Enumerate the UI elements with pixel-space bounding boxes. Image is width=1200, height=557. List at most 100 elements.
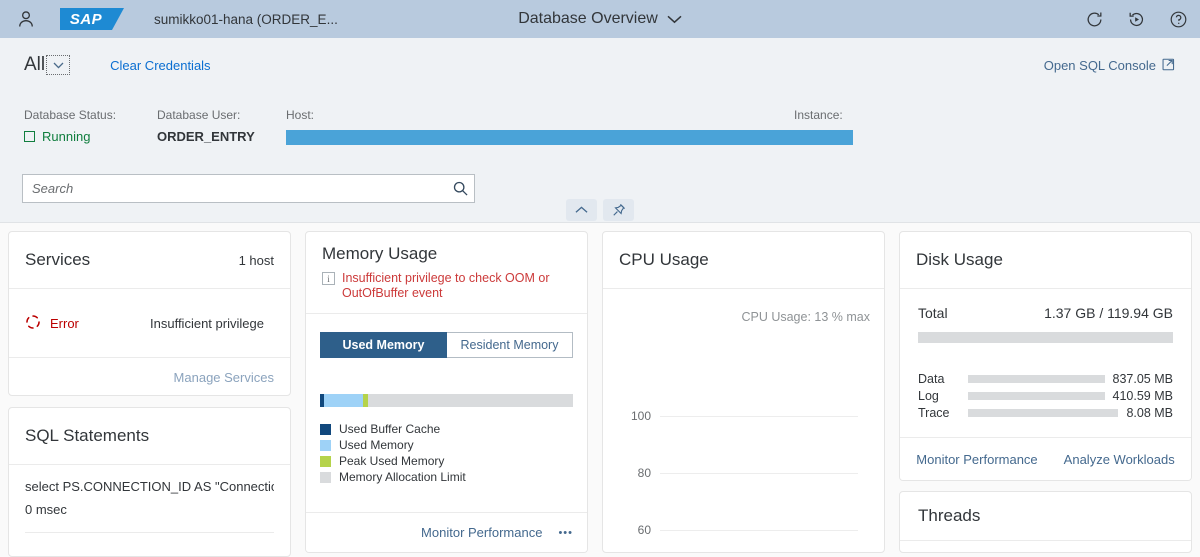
disk-row-value-log: 410.59 MB (1112, 388, 1173, 403)
legend-item: Used Memory (320, 437, 573, 453)
collapse-header-button[interactable] (566, 199, 597, 221)
cpu-usage-card-header: CPU Usage (603, 232, 884, 289)
cpu-usage-chart: CPU Usage: 13 % max 100 80 60 40 (603, 289, 884, 539)
disk-monitor-performance-link[interactable]: Monitor Performance (916, 452, 1037, 467)
disk-usage-card-body: Total 1.37 GB / 119.94 GB Data 837.05 MB (900, 289, 1191, 421)
host-value-text (286, 133, 287, 145)
legend-swatch-peak-used-memory (320, 455, 331, 467)
status-ok-icon (24, 131, 35, 142)
services-card-header: Services 1 host (9, 232, 290, 289)
disk-row-data: Data 837.05 MB (918, 370, 1173, 387)
open-sql-console-button[interactable]: Open SQL Console (1044, 57, 1176, 74)
all-filter-toggle[interactable] (46, 55, 71, 75)
memory-usage-card: Memory Usage i Insufficient privilege to… (305, 231, 588, 553)
page-title: Database Overview (518, 10, 658, 27)
memory-overflow-button[interactable]: ••• (558, 527, 573, 539)
shell-bar-right (1082, 0, 1190, 38)
sql-statement-text[interactable]: select PS.CONNECTION_ID AS "Connection I… (25, 479, 274, 494)
database-status-field: Database Status: Running (24, 108, 116, 144)
search-box[interactable] (22, 174, 475, 203)
cpu-usage-card: CPU Usage CPU Usage: 13 % max 100 80 60 … (602, 231, 885, 553)
shell-bar-left: SAP sumikko01-hana (ORDER_E... (0, 7, 338, 31)
cards-area: Services 1 host Error Insufficient privi… (0, 223, 1200, 557)
disk-card-footer: Monitor Performance Analyze Workloads (900, 437, 1191, 480)
page-title-dropdown[interactable]: Database Overview (518, 10, 682, 28)
services-status-text: Error (50, 315, 79, 331)
search-icon[interactable] (446, 175, 474, 202)
legend-swatch-used-buffer-cache (320, 423, 331, 435)
tab-resident-memory[interactable]: Resident Memory (447, 332, 573, 358)
memory-bar-peak-used-memory (363, 394, 368, 407)
disk-breakdown-rows: Data 837.05 MB Log 410.59 MB Trace 8.08 … (918, 370, 1173, 421)
database-overview-page: SAP sumikko01-hana (ORDER_E... Database … (0, 0, 1200, 557)
services-card-footer: Manage Services (9, 357, 290, 395)
info-icon: i (322, 272, 335, 285)
services-card: Services 1 host Error Insufficient privi… (8, 231, 291, 396)
instance-field: Instance: (794, 108, 843, 129)
clear-credentials-button[interactable]: Clear Credentials (110, 58, 210, 73)
open-sql-console-label: Open SQL Console (1043, 58, 1156, 73)
disk-usage-card-header: Disk Usage (900, 232, 1191, 289)
disk-total-value: 1.37 GB / 119.94 GB (1044, 305, 1173, 321)
manage-services-link[interactable]: Manage Services (174, 370, 274, 385)
threads-card-header: Threads (900, 492, 1191, 541)
cpu-ytick-60: 60 (637, 523, 651, 537)
sql-statements-card-header: SQL Statements (9, 408, 290, 465)
legend-item: Peak Used Memory (320, 453, 573, 469)
disk-row-trace: Trace 8.08 MB (918, 404, 1173, 421)
database-user-label: Database User: (157, 108, 241, 122)
search-input[interactable] (23, 181, 446, 196)
cpu-gridline-80 (660, 473, 858, 474)
threads-card-title: Threads (918, 506, 981, 525)
sql-statements-card-body: select PS.CONNECTION_ID AS "Connection I… (9, 465, 290, 533)
host-label: Host: (286, 108, 315, 122)
auto-refresh-icon[interactable] (1124, 7, 1148, 31)
memory-bar-used-memory (324, 394, 363, 407)
disk-row-bar-log (968, 391, 1105, 400)
disk-row-value-trace: 8.08 MB (1126, 405, 1173, 420)
services-card-title: Services (25, 250, 91, 269)
legend-label-peak-used-memory: Peak Used Memory (339, 454, 445, 468)
host-value-selection[interactable] (286, 130, 853, 145)
memory-warning: i Insufficient privilege to check OOM or… (322, 271, 571, 301)
person-icon[interactable] (14, 7, 38, 31)
cpu-gridline-100 (660, 416, 858, 417)
sap-logo-text: SAP (69, 10, 103, 28)
pin-header-button[interactable] (603, 199, 634, 221)
database-user-field: Database User: ORDER_ENTRY (157, 108, 255, 144)
legend-swatch-used-memory (320, 439, 331, 451)
disk-row-log: Log 410.59 MB (918, 387, 1173, 404)
legend-item: Memory Allocation Limit (320, 469, 573, 485)
refresh-icon[interactable] (1082, 7, 1106, 31)
tab-used-memory[interactable]: Used Memory (320, 332, 447, 358)
memory-monitor-performance-link[interactable]: Monitor Performance (421, 525, 542, 540)
database-status-value: Running (24, 129, 116, 144)
connection-info-row: Database Status: Running Database User: … (24, 108, 1176, 156)
shell-subtitle: sumikko01-hana (ORDER_E... (154, 11, 338, 27)
host-field: Host: (286, 108, 314, 129)
disk-total-bar (918, 332, 1173, 343)
cpu-ytick-100: 100 (630, 409, 651, 423)
all-filter-dropdown[interactable]: All (24, 54, 71, 75)
help-icon[interactable] (1166, 7, 1190, 31)
memory-usage-bar (320, 394, 573, 407)
sap-logo-triangle (112, 8, 124, 30)
memory-legend: Used Buffer Cache Used Memory Peak Used … (320, 421, 573, 485)
cpu-usage-caption: CPU Usage: 13 % max (741, 310, 870, 324)
threads-card: Threads (899, 491, 1192, 553)
services-status: Error (25, 314, 150, 333)
memory-usage-card-header: Memory Usage i Insufficient privilege to… (306, 232, 587, 314)
sql-list-divider (25, 532, 274, 533)
disk-analyze-workloads-link[interactable]: Analyze Workloads (1064, 452, 1175, 467)
database-user-value: ORDER_ENTRY (157, 129, 255, 144)
legend-label-used-buffer-cache: Used Buffer Cache (339, 422, 441, 436)
legend-label-memory-allocation-limit: Memory Allocation Limit (339, 470, 466, 484)
all-filter-label: All (24, 54, 46, 75)
sap-logo[interactable]: SAP (60, 8, 124, 30)
header-collapse-tools (566, 199, 634, 221)
external-link-icon (1162, 57, 1176, 74)
sql-statements-card: SQL Statements select PS.CONNECTION_ID A… (8, 407, 291, 557)
services-message: Insufficient privilege (150, 315, 264, 331)
sql-statement-duration: 0 msec (25, 502, 67, 517)
disk-row-value-data: 837.05 MB (1112, 371, 1173, 386)
